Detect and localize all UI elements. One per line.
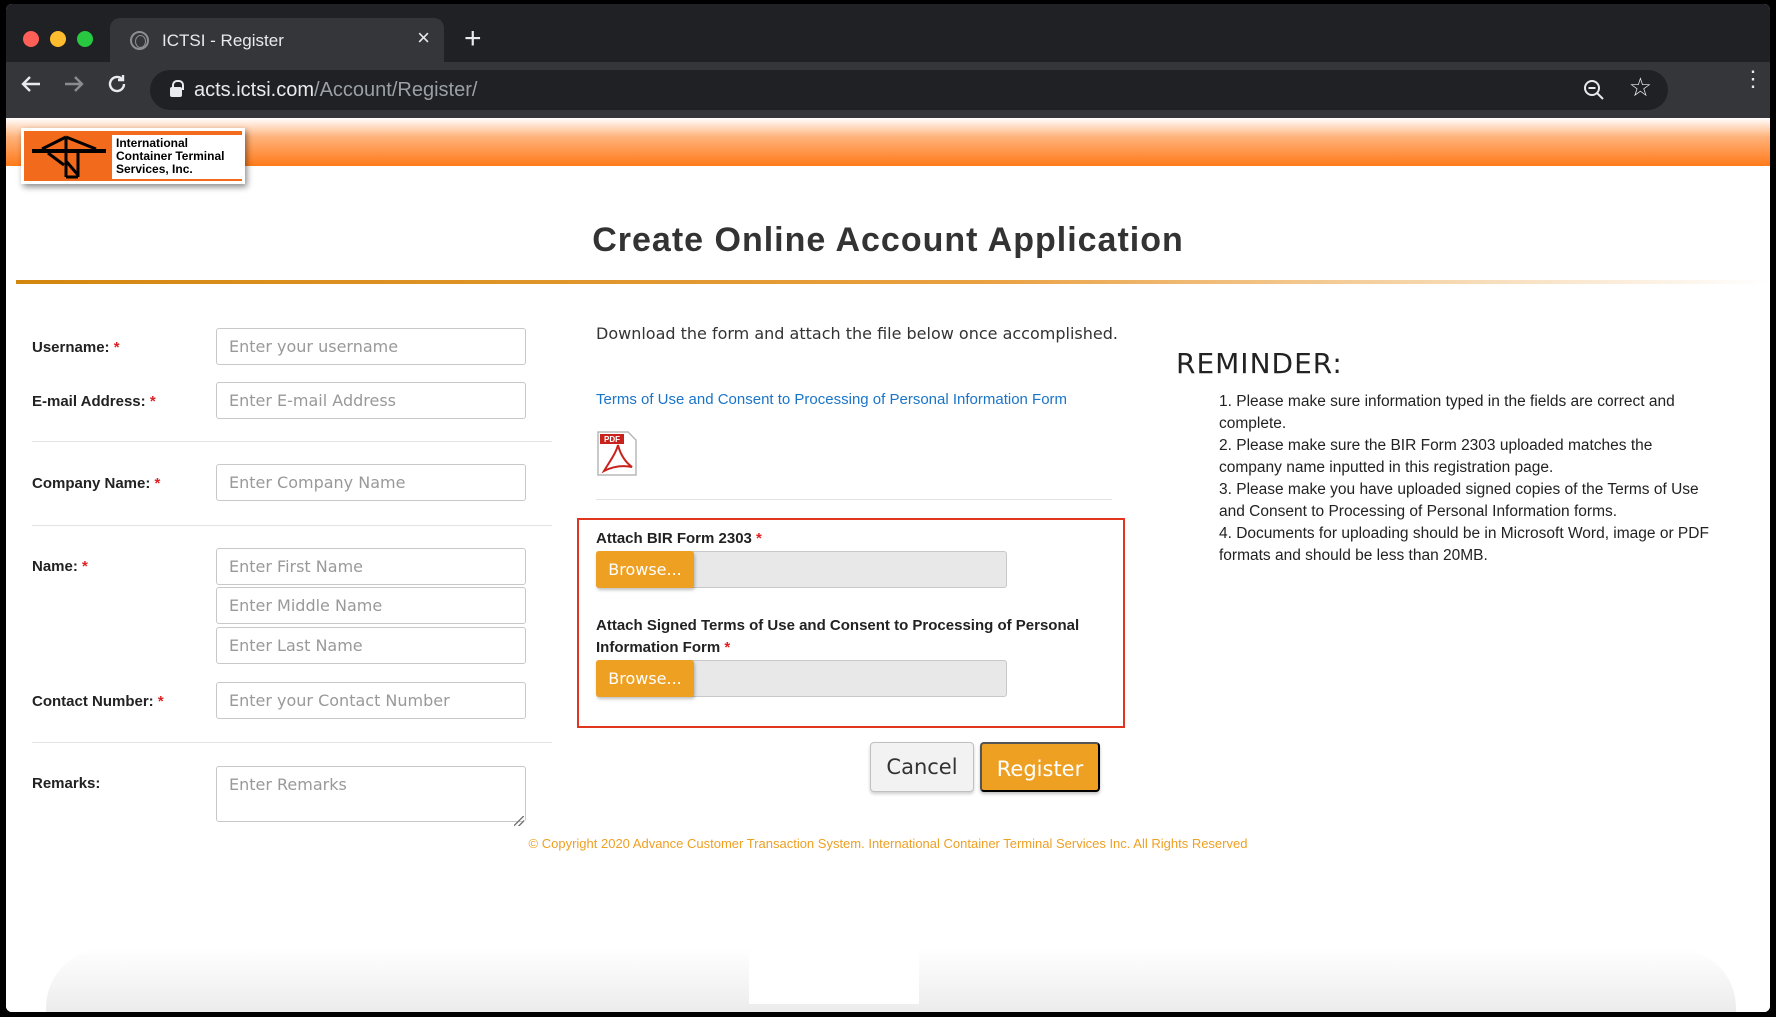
terms-form-label: Attach Signed Terms of Use and Consent t… xyxy=(596,617,1080,656)
last-name-input[interactable] xyxy=(216,627,526,664)
terms-form-file-input[interactable]: Browse... xyxy=(596,660,1007,697)
bookmark-star-icon[interactable]: ☆ xyxy=(1629,72,1652,103)
ictsi-logo[interactable]: International Container Terminal Service… xyxy=(21,128,245,184)
first-name-input[interactable] xyxy=(216,548,526,585)
crane-logo-icon xyxy=(32,135,106,179)
globe-icon xyxy=(130,31,149,50)
terms-browse-button[interactable]: Browse... xyxy=(596,660,694,697)
remarks-label: Remarks: xyxy=(32,775,101,792)
back-arrow-icon[interactable] xyxy=(20,72,42,104)
reminder-list: 1. Please make sure information typed in… xyxy=(1219,391,1709,567)
browser-toolbar: acts.ictsi.com/Account/Register/ ☆ ⋮ xyxy=(6,62,1770,118)
email-label: E-mail Address: * xyxy=(32,393,156,410)
name-label: Name: * xyxy=(32,558,88,575)
reminder-item: 3. Please make you have uploaded signed … xyxy=(1219,481,1699,520)
reminder-item: 4. Documents for uploading should be in … xyxy=(1219,525,1709,564)
maximize-window-button[interactable] xyxy=(77,31,93,47)
pdf-file-icon[interactable]: PDF xyxy=(596,431,638,476)
copyright-footer: © Copyright 2020 Advance Customer Transa… xyxy=(528,836,1248,851)
address-bar[interactable]: acts.ictsi.com/Account/Register/ ☆ xyxy=(150,70,1668,110)
header-banner xyxy=(6,118,1770,166)
bir-form-file-input[interactable]: Browse... xyxy=(596,551,1007,588)
page-title: Create Online Account Application xyxy=(592,221,1184,259)
terms-form-download-link[interactable]: Terms of Use and Consent to Processing o… xyxy=(596,391,1067,408)
bir-form-label: Attach BIR Form 2303 * xyxy=(596,530,762,547)
bir-browse-button[interactable]: Browse... xyxy=(596,551,694,588)
username-input[interactable] xyxy=(216,328,526,365)
cancel-button[interactable]: Cancel xyxy=(870,742,974,792)
tab-title: ICTSI - Register xyxy=(162,31,284,50)
minimize-window-button[interactable] xyxy=(50,31,66,47)
company-name-label: Company Name: * xyxy=(32,475,161,492)
zoom-out-icon[interactable] xyxy=(1582,78,1606,102)
svg-text:PDF: PDF xyxy=(604,435,620,444)
reminder-item: 1. Please make sure information typed in… xyxy=(1219,393,1675,432)
contact-number-input[interactable] xyxy=(216,682,526,719)
bottom-notch xyxy=(749,944,919,1004)
browser-tab[interactable]: ICTSI - Register × xyxy=(110,18,444,62)
register-button[interactable]: Register xyxy=(980,742,1100,792)
logo-text: International Container Terminal Service… xyxy=(112,135,242,179)
url-text: acts.ictsi.com/Account/Register/ xyxy=(194,79,478,101)
email-input[interactable] xyxy=(216,382,526,419)
forward-arrow-icon[interactable] xyxy=(63,72,85,104)
page-content: International Container Terminal Service… xyxy=(6,118,1770,1012)
divider xyxy=(32,742,552,743)
divider xyxy=(32,525,552,526)
divider xyxy=(596,499,1112,500)
reminder-title: REMINDER: xyxy=(1176,347,1343,380)
more-menu-icon[interactable]: ⋮ xyxy=(1742,68,1764,90)
tab-close-icon[interactable]: × xyxy=(417,27,430,49)
username-label: Username: * xyxy=(32,339,120,356)
company-name-input[interactable] xyxy=(216,464,526,501)
reload-icon[interactable] xyxy=(106,72,128,104)
contact-number-label: Contact Number: * xyxy=(32,693,164,710)
lock-icon xyxy=(170,80,184,97)
tab-bar: ICTSI - Register × + xyxy=(6,4,1770,62)
browser-window: ICTSI - Register × + acts.ictsi.com/Acco… xyxy=(6,4,1770,1012)
title-divider xyxy=(16,280,1770,284)
new-tab-button[interactable]: + xyxy=(464,24,482,54)
divider xyxy=(32,441,552,442)
resize-handle-icon[interactable] xyxy=(514,816,524,826)
middle-name-input[interactable] xyxy=(216,587,526,624)
remarks-textarea[interactable] xyxy=(216,766,526,822)
reminder-item: 2. Please make sure the BIR Form 2303 up… xyxy=(1219,437,1653,476)
download-instruction: Download the form and attach the file be… xyxy=(596,324,1118,343)
close-window-button[interactable] xyxy=(23,31,39,47)
